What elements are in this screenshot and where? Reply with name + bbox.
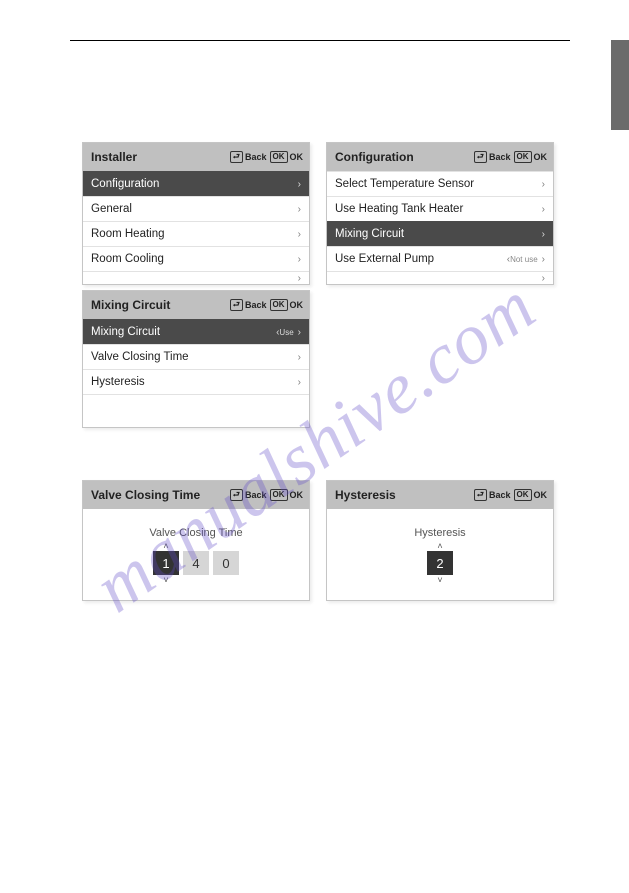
spinner-digit-2[interactable]: ˄ 0 ˅ [213, 541, 239, 585]
panel-title: Valve Closing Time [91, 488, 227, 502]
menu-item-external-pump[interactable]: Use External Pump‹Not use› [327, 246, 553, 271]
menu-item-hysteresis[interactable]: Hysteresis› [83, 369, 309, 394]
side-tab [611, 40, 629, 130]
spinner-digit-0[interactable]: ˄ 2 ˅ [427, 541, 453, 585]
chevron-up-icon: ˄ [163, 541, 168, 551]
spinner-digit-0[interactable]: ˄ 1 ˅ [153, 541, 179, 585]
chevron-right-icon: › [542, 229, 545, 240]
chevron-right-icon: › [298, 327, 301, 338]
menu-item-room-cooling[interactable]: Room Cooling› [83, 246, 309, 271]
menu-item-configuration[interactable]: Configuration› [83, 171, 309, 196]
ok-button[interactable]: OKOK [270, 151, 304, 163]
menu-item-mixing-circuit[interactable]: Mixing Circuit‹Use› [83, 319, 309, 344]
panel-hysteresis: Hysteresis ⮐Back OKOK Hysteresis ˄ 2 ˅ [326, 480, 554, 601]
panel-title: Mixing Circuit [91, 298, 227, 312]
menu-item-mixing-circuit[interactable]: Mixing Circuit› [327, 221, 553, 246]
panel-head-configuration: Configuration ⮐Back OKOK [327, 143, 553, 171]
menu-item-select-sensor[interactable]: Select Temperature Sensor› [327, 171, 553, 196]
ok-button[interactable]: OKOK [514, 151, 548, 163]
spinner-row: ˄ 2 ˅ [327, 541, 553, 585]
panel-head-installer: Installer ⮐Back OKOK [83, 143, 309, 171]
chevron-right-icon: › [542, 273, 545, 284]
back-button[interactable]: ⮐Back [230, 151, 267, 163]
panel-mixing-circuit: Mixing Circuit ⮐Back OKOK Mixing Circuit… [82, 290, 310, 428]
panel-head-mixing: Mixing Circuit ⮐Back OKOK [83, 291, 309, 319]
back-button[interactable]: ⮐Back [474, 151, 511, 163]
chevron-right-icon: › [542, 254, 545, 265]
chevron-right-icon: › [298, 204, 301, 215]
digit-cell: 2 [427, 551, 453, 575]
page-divider [70, 40, 570, 41]
chevron-up-icon: ˄ [437, 541, 442, 551]
panel-title: Configuration [335, 150, 471, 164]
digit-cell: 0 [213, 551, 239, 575]
menu-item-valve-closing[interactable]: Valve Closing Time› [83, 344, 309, 369]
panel-valve-closing: Valve Closing Time ⮐Back OKOK Valve Clos… [82, 480, 310, 601]
menu-item-partial[interactable]: › [327, 271, 553, 284]
panel-title: Installer [91, 150, 227, 164]
chevron-right-icon: › [542, 204, 545, 215]
spinner-label: Hysteresis [327, 527, 553, 539]
chevron-right-icon: › [298, 229, 301, 240]
chevron-down-icon: ˅ [437, 575, 442, 585]
spinner-label: Valve Closing Time [83, 527, 309, 539]
back-button[interactable]: ⮐Back [230, 489, 267, 501]
panel-installer: Installer ⮐Back OKOK Configuration› Gene… [82, 142, 310, 285]
ok-button[interactable]: OKOK [270, 299, 304, 311]
chevron-right-icon: › [298, 352, 301, 363]
spinner-row: ˄ 1 ˅ ˄ 4 ˅ ˄ 0 ˅ [83, 541, 309, 585]
panel-blank [83, 394, 309, 427]
chevron-right-icon: › [298, 377, 301, 388]
panel-head-hysteresis: Hysteresis ⮐Back OKOK [327, 481, 553, 509]
back-button[interactable]: ⮐Back [474, 489, 511, 501]
chevron-right-icon: › [298, 179, 301, 190]
menu-item-partial[interactable]: › [83, 271, 309, 284]
chevron-right-icon: › [542, 179, 545, 190]
chevron-right-icon: › [298, 273, 301, 284]
digit-cell: 4 [183, 551, 209, 575]
panel-configuration: Configuration ⮐Back OKOK Select Temperat… [326, 142, 554, 285]
spinner-digit-1[interactable]: ˄ 4 ˅ [183, 541, 209, 585]
menu-item-room-heating[interactable]: Room Heating› [83, 221, 309, 246]
ok-button[interactable]: OKOK [270, 489, 304, 501]
chevron-right-icon: › [298, 254, 301, 265]
ok-button[interactable]: OKOK [514, 489, 548, 501]
menu-item-use-heating-tank[interactable]: Use Heating Tank Heater› [327, 196, 553, 221]
back-button[interactable]: ⮐Back [230, 299, 267, 311]
digit-cell: 1 [153, 551, 179, 575]
panel-title: Hysteresis [335, 488, 471, 502]
menu-item-general[interactable]: General› [83, 196, 309, 221]
chevron-down-icon: ˅ [163, 575, 168, 585]
panel-head-valve: Valve Closing Time ⮐Back OKOK [83, 481, 309, 509]
